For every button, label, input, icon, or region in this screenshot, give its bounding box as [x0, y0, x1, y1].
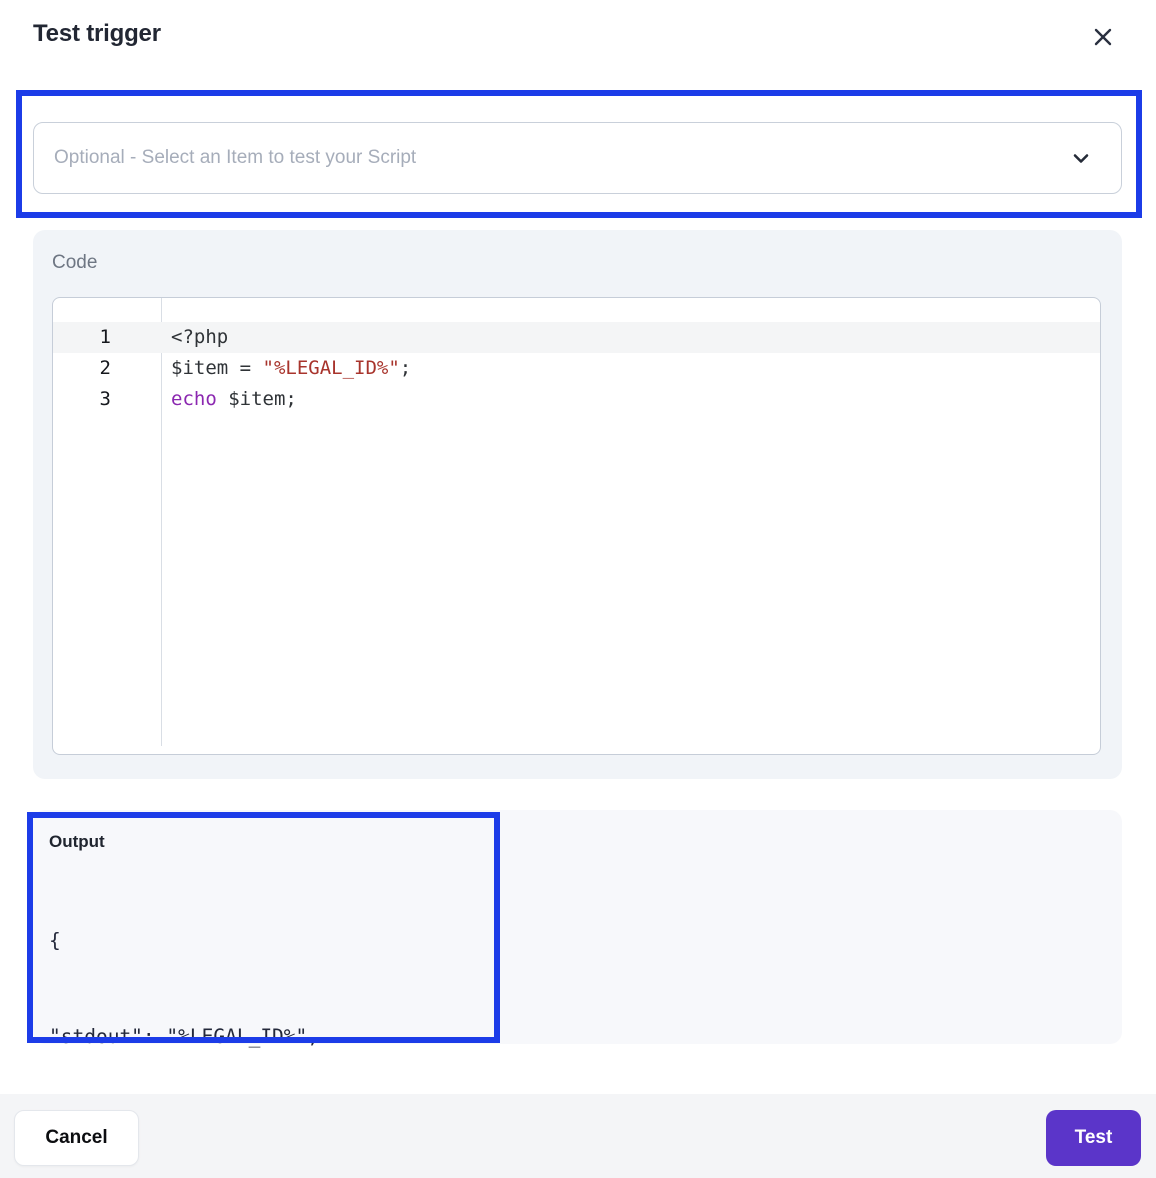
modal-footer: Cancel Test	[0, 1094, 1156, 1178]
code-token-keyword: echo	[171, 388, 217, 410]
code-line-2: 2 $item = "%LEGAL_ID%";	[53, 353, 1100, 384]
code-token-string: "%LEGAL_ID%"	[262, 357, 400, 379]
output-label: Output	[49, 832, 105, 851]
code-token: <?php	[171, 326, 229, 348]
code-editor[interactable]: 1 <?php 2 $item = "%LEGAL_ID%"; 3 echo $…	[52, 297, 1101, 755]
code-token: $item;	[216, 388, 297, 410]
close-icon	[1094, 28, 1112, 46]
close-button[interactable]	[1088, 22, 1118, 52]
code-line-3: 3 echo $item;	[53, 384, 1100, 415]
code-text: <?php	[161, 322, 228, 353]
output-content: Output { "stdout": "%LEGAL_ID%", "stderr…	[27, 812, 500, 1144]
code-token: ;	[399, 357, 412, 379]
line-number: 2	[99, 357, 111, 379]
test-button[interactable]: Test	[1046, 1110, 1141, 1166]
test-trigger-modal: Test trigger Optional - Select an Item t…	[0, 0, 1156, 1178]
cancel-button[interactable]: Cancel	[14, 1110, 139, 1166]
line-number: 1	[99, 326, 111, 348]
select-placeholder: Optional - Select an Item to test your S…	[54, 147, 417, 168]
output-line: {	[49, 929, 61, 952]
code-text: echo $item;	[161, 384, 297, 415]
code-label: Code	[52, 252, 98, 273]
chevron-down-icon	[1073, 154, 1089, 163]
code-section: Code 1 <?php 2 $item = "%LEGAL_ID%"; 3 e…	[33, 230, 1122, 779]
code-text: $item = "%LEGAL_ID%";	[161, 353, 411, 384]
item-select-dropdown[interactable]: Optional - Select an Item to test your S…	[33, 122, 1122, 194]
code-token: $item =	[171, 357, 263, 379]
output-line: "stdout": "%LEGAL_ID%",	[49, 1025, 320, 1048]
code-line-1: 1 <?php	[53, 322, 1100, 353]
modal-title: Test trigger	[33, 20, 161, 47]
code-lines: 1 <?php 2 $item = "%LEGAL_ID%"; 3 echo $…	[53, 322, 1100, 415]
line-number: 3	[99, 388, 111, 410]
